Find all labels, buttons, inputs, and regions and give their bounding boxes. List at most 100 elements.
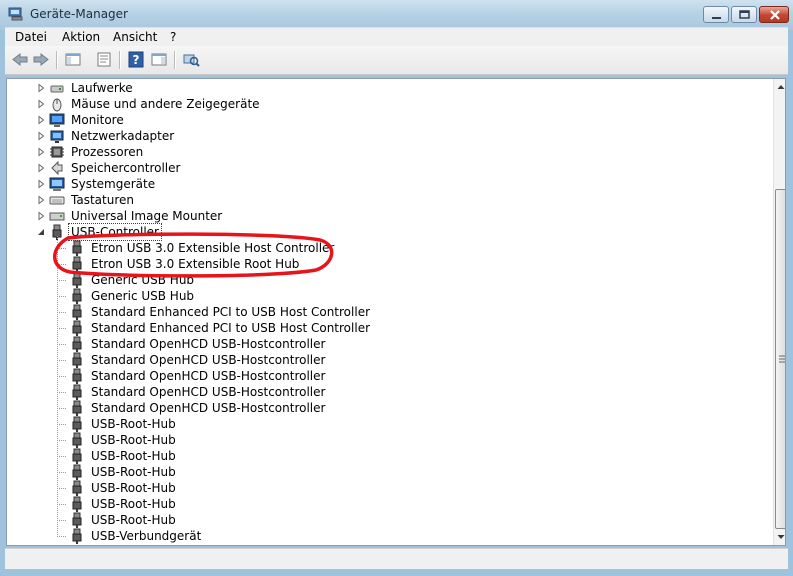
svg-text:?: ?: [133, 53, 140, 67]
expand-triangle-icon[interactable]: [37, 192, 46, 208]
window-title: Geräte-Manager: [30, 7, 128, 21]
tree-category[interactable]: Prozessoren: [7, 144, 767, 160]
processor-icon: [50, 146, 64, 158]
tree-category[interactable]: Tastaturen: [7, 192, 767, 208]
tree-device-item[interactable]: USB-Root-Hub: [7, 496, 767, 512]
scroll-up-arrow-icon[interactable]: [774, 79, 786, 95]
monitor-icon: [49, 113, 65, 127]
tree-device-label: Standard OpenHCD USB-Hostcontroller: [91, 401, 326, 415]
tree-device-item[interactable]: USB-Root-Hub: [7, 480, 767, 496]
tree-device-label: USB-Verbundgerät: [91, 529, 202, 543]
tree-device-label: Standard OpenHCD USB-Hostcontroller: [91, 385, 326, 399]
tree-connector: [57, 408, 67, 409]
tree-device-item[interactable]: USB-Root-Hub: [7, 448, 767, 464]
forward-arrow-icon[interactable]: [32, 51, 50, 68]
tree-category-label: Universal Image Mounter: [71, 209, 223, 223]
tree-device-item[interactable]: Standard OpenHCD USB-Hostcontroller: [7, 352, 767, 368]
minimize-icon: [712, 17, 721, 19]
expand-triangle-icon[interactable]: [37, 176, 46, 192]
tree-device-label: USB-Root-Hub: [91, 513, 176, 527]
close-icon: [770, 10, 780, 20]
tree-device-item[interactable]: USB-Root-Hub: [7, 464, 767, 480]
expand-triangle-icon[interactable]: [37, 160, 46, 176]
usb-plug-icon: [72, 480, 82, 496]
expand-triangle-icon[interactable]: [37, 208, 46, 224]
tree-category[interactable]: Laufwerke: [7, 80, 767, 96]
usb-plug-icon: [72, 320, 82, 336]
tree-category[interactable]: Monitore: [7, 112, 767, 128]
tree-device-item[interactable]: USB-Root-Hub: [7, 432, 767, 448]
back-arrow-icon[interactable]: [11, 51, 29, 68]
expand-triangle-icon[interactable]: [37, 144, 46, 160]
tree-device-label: USB-Root-Hub: [91, 417, 176, 431]
vertical-scrollbar[interactable]: [773, 79, 786, 545]
tree-connector: [57, 488, 67, 489]
tree-connector: [57, 472, 67, 473]
title-bar[interactable]: Geräte-Manager: [0, 0, 793, 30]
tree-category[interactable]: Universal Image Mounter: [7, 208, 767, 224]
menu-aktion[interactable]: Aktion: [62, 30, 100, 44]
tree-connector: [57, 280, 67, 281]
tree-category-label: Mäuse und andere Zeigegeräte: [71, 97, 260, 111]
expand-triangle-icon[interactable]: [37, 112, 46, 128]
menu-help[interactable]: ?: [170, 30, 176, 44]
usb-plug-icon: [72, 304, 82, 320]
tree-category[interactable]: Mäuse und andere Zeigegeräte: [7, 96, 767, 112]
expand-triangle-icon[interactable]: [37, 80, 46, 96]
help-icon[interactable]: ?: [127, 51, 145, 68]
status-bar: [5, 548, 788, 569]
tree-device-item[interactable]: Standard OpenHCD USB-Hostcontroller: [7, 384, 767, 400]
expand-triangle-icon[interactable]: [37, 96, 46, 112]
usb-plug-icon: [72, 368, 82, 384]
scrollbar-thumb[interactable]: [775, 189, 785, 529]
menu-datei[interactable]: Datei: [15, 30, 47, 44]
close-button[interactable]: [759, 6, 789, 23]
tree-device-label: USB-Root-Hub: [91, 497, 176, 511]
tree-connector: [57, 424, 67, 425]
menu-ansicht[interactable]: Ansicht: [113, 30, 157, 44]
usb-plug-icon: [72, 416, 82, 432]
action-pane-icon[interactable]: [150, 51, 168, 68]
tree-category-label: Laufwerke: [71, 81, 133, 95]
scroll-down-arrow-icon[interactable]: [774, 529, 786, 545]
usb-plug-icon: [72, 528, 82, 544]
tree-device-label: USB-Root-Hub: [91, 433, 176, 447]
expand-triangle-icon[interactable]: [37, 128, 46, 144]
tree-category-label: Speichercontroller: [71, 161, 181, 175]
usb-plug-icon: [72, 352, 82, 368]
tree-device-item[interactable]: Standard OpenHCD USB-Hostcontroller: [7, 400, 767, 416]
red-highlight-ellipse: [53, 232, 334, 278]
usb-plug-icon: [72, 432, 82, 448]
tree-device-item[interactable]: Standard OpenHCD USB-Hostcontroller: [7, 336, 767, 352]
tree-category[interactable]: Systemgeräte: [7, 176, 767, 192]
properties-icon[interactable]: [95, 51, 113, 68]
show-hide-console-tree-icon[interactable]: [64, 51, 82, 68]
tree-category[interactable]: Speichercontroller: [7, 160, 767, 176]
tree-connector: [57, 328, 67, 329]
tree-category-label: Monitore: [71, 113, 124, 127]
tree-connector: [57, 236, 58, 536]
tree-device-item[interactable]: Standard Enhanced PCI to USB Host Contro…: [7, 304, 767, 320]
toolbar: ?: [5, 46, 788, 75]
maximize-button[interactable]: [731, 6, 757, 23]
device-tree[interactable]: Laufwerke Mäuse und andere Zeigegeräte Mon…: [6, 78, 786, 546]
usb-plug-icon: [72, 288, 82, 304]
tree-connector: [57, 504, 67, 505]
tree-device-item[interactable]: Standard OpenHCD USB-Hostcontroller: [7, 368, 767, 384]
drive-icon: [50, 85, 64, 93]
minimize-button[interactable]: [703, 6, 729, 23]
tree-connector: [57, 456, 67, 457]
tree-device-item[interactable]: USB-Root-Hub: [7, 512, 767, 528]
tree-device-item[interactable]: USB-Root-Hub: [7, 416, 767, 432]
scan-hardware-icon[interactable]: [182, 51, 200, 68]
tree-device-item[interactable]: USB-Verbundgerät: [7, 528, 767, 544]
tree-device-item[interactable]: Standard Enhanced PCI to USB Host Contro…: [7, 320, 767, 336]
tree-category[interactable]: Netzwerkadapter: [7, 128, 767, 144]
image-mounter-icon: [49, 212, 65, 221]
collapse-triangle-icon[interactable]: [37, 224, 46, 240]
tree-connector: [57, 360, 67, 361]
toolbar-separator: [174, 51, 176, 69]
thumb-grip-icon: [779, 355, 785, 363]
tree-device-item[interactable]: Generic USB Hub: [7, 288, 767, 304]
tree-device-label: Standard OpenHCD USB-Hostcontroller: [91, 337, 326, 351]
